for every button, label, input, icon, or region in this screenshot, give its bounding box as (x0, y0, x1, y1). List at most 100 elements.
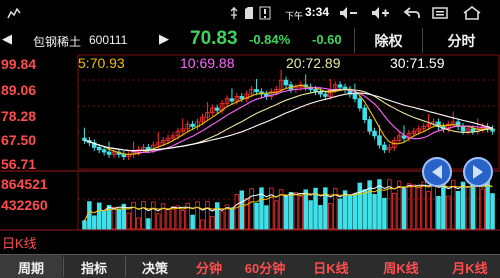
volume-bar (151, 201, 156, 230)
menu-icon[interactable] (430, 5, 450, 21)
volume-bar (357, 182, 363, 230)
stock-header: ◀ 包钢稀土 600111 ▶ 70.83 -0.84% -0.60 除权 分时 (0, 26, 500, 54)
volume-bar (180, 210, 186, 230)
volume-bar (146, 218, 151, 230)
chevron-left-icon (432, 165, 442, 179)
volume-bar (264, 205, 269, 230)
prev-stock-arrow-icon[interactable]: ◀ (2, 31, 12, 47)
candle-body (190, 123, 195, 127)
volume-bar (446, 195, 451, 230)
candle-body (121, 153, 127, 158)
candle-body (214, 107, 220, 111)
price-tick-label: 99.84 (1, 56, 37, 72)
time-prefix: 下午 (285, 11, 304, 21)
candle-body (239, 96, 245, 100)
back-icon[interactable] (402, 5, 422, 21)
candle-body (362, 107, 367, 120)
next-stock-arrow-icon[interactable]: ▶ (159, 31, 169, 47)
ma20-label: 20:72.89 (286, 55, 341, 71)
volume-bar (165, 209, 171, 230)
ex-rights-button[interactable]: 除权 (354, 28, 422, 53)
volume-bar (87, 201, 92, 230)
scroll-left-button[interactable] (422, 157, 452, 187)
volume-bar (347, 194, 353, 230)
candle-body (337, 84, 343, 88)
price-tick-label: 67.50 (1, 132, 37, 148)
volume-bar (82, 220, 87, 230)
candle-body (96, 147, 102, 151)
ma20-line (84, 88, 493, 152)
tab-indicator[interactable]: 指标 (64, 255, 124, 278)
volume-bar (106, 204, 112, 230)
volume-bar (303, 189, 308, 230)
kline-chart[interactable] (0, 54, 500, 254)
volume-bar (136, 217, 141, 230)
tab-period[interactable]: 周期 (0, 255, 62, 278)
volume-bar (96, 202, 102, 230)
ma5-label: 5:70.93 (78, 55, 125, 71)
volume-bar (352, 193, 358, 230)
tab-monthly-k[interactable]: 月K线 (440, 255, 500, 278)
volume-tick-label: 864521 (1, 176, 48, 192)
bottom-tab-bar: 周期 指标 决策 分钟 60分钟 日K线 周K线 月K线 (0, 254, 500, 278)
tab-weekly-k[interactable]: 周K线 (370, 255, 432, 278)
tab-daily-k[interactable]: 日K线 (300, 255, 362, 278)
volume-bar (318, 205, 323, 230)
tab-60min[interactable]: 60分钟 (236, 255, 294, 278)
volume-bar (342, 190, 348, 230)
sd-card-icon (243, 5, 255, 21)
current-price: 70.83 (190, 28, 238, 49)
scroll-right-button[interactable] (463, 157, 493, 187)
volume-bar (195, 201, 200, 230)
volume-bar (111, 206, 117, 230)
tab-minute[interactable]: 分钟 (184, 255, 234, 278)
status-bar: 下午 3:34 (0, 0, 500, 26)
volume-tick-label: 432260 (1, 197, 48, 213)
volume-bar (401, 188, 407, 230)
usb-icon (228, 5, 240, 21)
volume-bar (155, 213, 161, 230)
volume-bar (219, 211, 225, 230)
volume-bar (460, 181, 466, 230)
tab-decision[interactable]: 决策 (126, 255, 184, 278)
stock-code: 600111 (89, 33, 128, 47)
volume-bar (141, 201, 146, 230)
volume-bar (411, 184, 417, 230)
volume-bar (436, 196, 441, 230)
candle-body (254, 89, 259, 93)
volume-bar (126, 212, 131, 230)
candle-body (377, 135, 382, 146)
volume-bar (229, 207, 235, 230)
volume-bar (406, 183, 412, 230)
candle-body (82, 137, 87, 141)
alert-icon (258, 5, 272, 21)
change-amount: -0.60 (312, 32, 342, 47)
volume-bar (396, 180, 402, 230)
volume-bar (170, 206, 176, 230)
volume-up-icon[interactable] (370, 5, 392, 21)
volume-bar (308, 200, 313, 230)
volume-bar (205, 201, 210, 230)
volume-bar (465, 186, 471, 230)
candle-body (367, 119, 372, 132)
volume-bar (254, 202, 259, 230)
volume-bar (382, 197, 387, 230)
timeshare-button[interactable]: 分时 (422, 28, 500, 53)
price-tick-label: 89.06 (1, 82, 37, 98)
volume-bar (426, 191, 431, 230)
home-icon[interactable] (461, 5, 483, 21)
volume-bar (362, 189, 367, 230)
volume-bar (298, 195, 304, 230)
candle-body (460, 126, 466, 132)
volume-bar (475, 183, 481, 230)
chevron-right-icon (473, 165, 483, 179)
volume-bar (239, 190, 245, 230)
ma10-label: 10:69.88 (180, 55, 235, 71)
volume-bar (372, 193, 377, 230)
volume-bar (485, 180, 490, 230)
volume-bar (210, 216, 215, 230)
volume-bar (293, 192, 299, 230)
change-percent: -0.84% (249, 32, 291, 47)
volume-bar (249, 188, 254, 230)
volume-down-icon[interactable] (338, 5, 360, 21)
